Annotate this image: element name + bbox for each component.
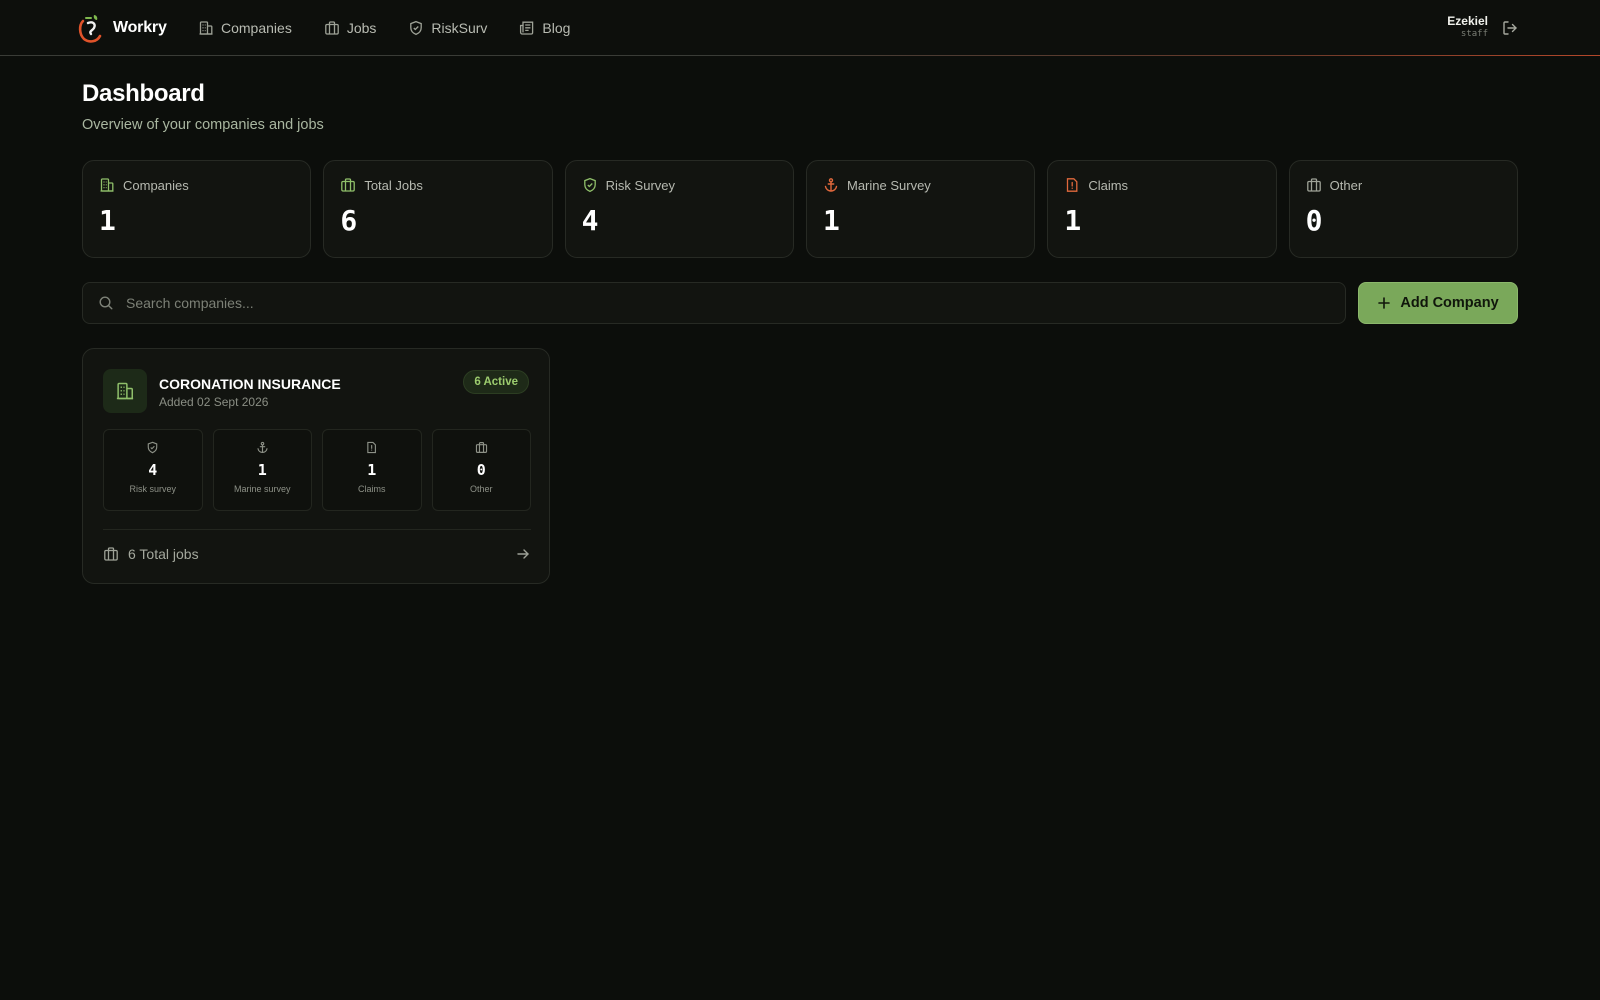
nav-item-label: RiskSurv: [431, 20, 488, 36]
user-info: Ezekiel staff: [1447, 14, 1488, 40]
metric-value: 1: [367, 461, 377, 479]
shield-icon: [408, 20, 424, 36]
stat-card-marine-survey: Marine Survey 1: [805, 160, 1036, 258]
nav-item-label: Jobs: [346, 20, 377, 36]
nav-item-companies[interactable]: Companies: [198, 20, 292, 36]
nav-item-label: Companies: [221, 20, 292, 36]
file-alert-icon: [365, 441, 378, 454]
plus-icon: [1377, 296, 1391, 310]
stat-card-total-jobs: Total Jobs 6: [323, 160, 553, 258]
add-company-button[interactable]: Add Company: [1358, 282, 1518, 324]
stat-value: 4: [581, 204, 599, 237]
navbar-accent-line: [0, 55, 1600, 56]
stat-card-other: Other 0: [1288, 160, 1518, 258]
metric-label: Risk survey: [129, 484, 176, 494]
stat-value: 0: [1305, 204, 1323, 237]
main-nav: Companies Jobs RiskSurv Blog: [198, 15, 570, 41]
building-icon: [198, 20, 214, 36]
company-metrics: 4 Risk survey 1 Marine survey 1 Claims 0…: [103, 429, 531, 511]
stat-value: 1: [822, 204, 840, 237]
shield-check-icon: [582, 177, 598, 193]
shield-check-icon: [146, 441, 159, 454]
metric-marine-survey: 1 Marine survey: [212, 429, 312, 511]
active-jobs-badge: 6 Active: [463, 370, 529, 394]
metric-value: 1: [257, 461, 267, 479]
brand-name: Workry: [113, 19, 167, 36]
nav-item-blog[interactable]: Blog: [519, 20, 570, 36]
brand[interactable]: Workry: [77, 12, 167, 44]
metric-other: 0 Other: [431, 429, 531, 511]
stat-label: Claims: [1088, 177, 1129, 193]
stat-value: 1: [99, 204, 116, 237]
file-alert-icon: [1064, 177, 1080, 193]
stat-label: Risk Survey: [605, 177, 676, 193]
stat-label: Total Jobs: [364, 177, 423, 193]
total-jobs-label: 6 Total jobs: [128, 546, 199, 562]
page-subtitle: Overview of your companies and jobs: [82, 117, 324, 133]
stat-card-claims: Claims 1: [1047, 160, 1277, 258]
arrow-right-icon[interactable]: [515, 546, 531, 562]
anchor-icon: [256, 441, 269, 454]
user-name: Ezekiel: [1447, 14, 1488, 28]
nav-item-label: Blog: [542, 20, 571, 36]
metric-label: Claims: [357, 484, 386, 494]
stat-value: 1: [1064, 204, 1082, 237]
metric-label: Marine survey: [233, 484, 291, 494]
building-icon: [99, 177, 115, 193]
company-name: CORONATION INSURANCE: [159, 376, 341, 392]
briefcase-icon: [1306, 177, 1322, 193]
building-icon: [115, 381, 135, 401]
company-search: [82, 282, 1346, 324]
add-company-label: Add Company: [1400, 295, 1499, 311]
stat-card-risk-survey: Risk Survey 4: [564, 160, 794, 258]
stat-value: 6: [340, 204, 358, 237]
briefcase-icon: [103, 546, 119, 562]
briefcase-icon: [340, 177, 356, 193]
search-icon: [98, 295, 114, 311]
metric-value: 4: [148, 461, 158, 479]
stat-label: Other: [1329, 177, 1363, 193]
company-card[interactable]: CORONATION INSURANCE Added 02 Sept 2026 …: [82, 348, 550, 584]
metric-label: Other: [469, 484, 493, 494]
top-navbar: Workry Companies Jobs RiskSurv Blog Ezek…: [0, 0, 1600, 56]
anchor-icon: [823, 177, 839, 193]
briefcase-icon: [324, 20, 340, 36]
stat-card-companies: Companies 1: [82, 160, 312, 258]
user-role: staff: [1460, 29, 1488, 39]
metric-risk-survey: 4 Risk survey: [103, 429, 203, 511]
logout-icon[interactable]: [1501, 19, 1519, 37]
metric-claims: 1 Claims: [322, 429, 422, 511]
company-logo: [103, 369, 147, 413]
stats-row: Companies 1 Total Jobs 6 Risk Survey 4 M…: [82, 160, 1518, 258]
page-title: Dashboard: [82, 80, 205, 107]
search-input[interactable]: [126, 283, 1345, 323]
company-card-footer: 6 Total jobs: [103, 542, 531, 566]
stat-label: Companies: [123, 177, 189, 193]
nav-item-jobs[interactable]: Jobs: [324, 20, 377, 36]
card-divider: [103, 529, 531, 530]
newspaper-icon: [519, 20, 535, 36]
briefcase-icon: [475, 441, 488, 454]
workry-logo-icon: [77, 12, 103, 44]
nav-item-risksurv[interactable]: RiskSurv: [408, 20, 487, 36]
stat-label: Marine Survey: [846, 177, 931, 193]
metric-value: 0: [476, 461, 486, 479]
company-added-date: Added 02 Sept 2026: [159, 395, 269, 409]
